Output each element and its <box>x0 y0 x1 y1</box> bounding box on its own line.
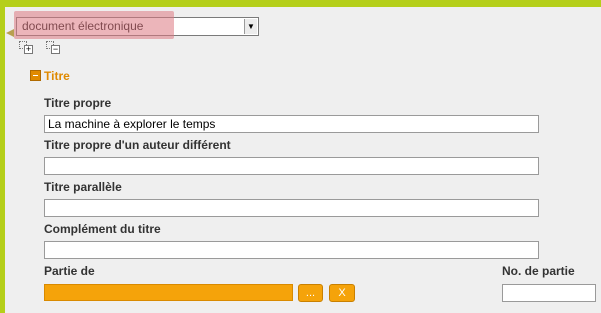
plus-icon: + <box>24 44 33 54</box>
expand-all-icon[interactable]: + <box>19 41 34 54</box>
titre-propre-input[interactable]: La machine à explorer le temps <box>44 115 539 133</box>
document-type-value: document électronique <box>22 19 144 33</box>
minus-icon: − <box>51 44 60 54</box>
clear-button[interactable]: X <box>329 284 355 302</box>
complement-titre-input[interactable] <box>44 241 539 259</box>
browse-button[interactable]: ... <box>298 284 323 302</box>
section-title: Titre <box>44 69 70 83</box>
titre-propre-label: Titre propre <box>44 96 112 110</box>
pointer-marker <box>6 29 14 37</box>
partie-de-field[interactable] <box>44 284 293 301</box>
collapse-all-icon[interactable]: − <box>46 41 61 54</box>
titre-auteur-different-input[interactable] <box>44 157 539 175</box>
chevron-down-icon[interactable]: ▼ <box>244 19 257 34</box>
no-partie-label: No. de partie <box>502 264 575 278</box>
partie-de-label: Partie de <box>44 264 95 278</box>
titre-auteur-different-label: Titre propre d'un auteur différent <box>44 138 231 152</box>
document-type-select[interactable]: document électronique ▼ <box>16 17 259 36</box>
no-partie-input[interactable] <box>502 284 596 302</box>
complement-titre-label: Complément du titre <box>44 222 161 236</box>
titre-parallele-label: Titre parallèle <box>44 180 122 194</box>
section-collapse-icon[interactable] <box>30 70 41 81</box>
titre-parallele-input[interactable] <box>44 199 539 217</box>
